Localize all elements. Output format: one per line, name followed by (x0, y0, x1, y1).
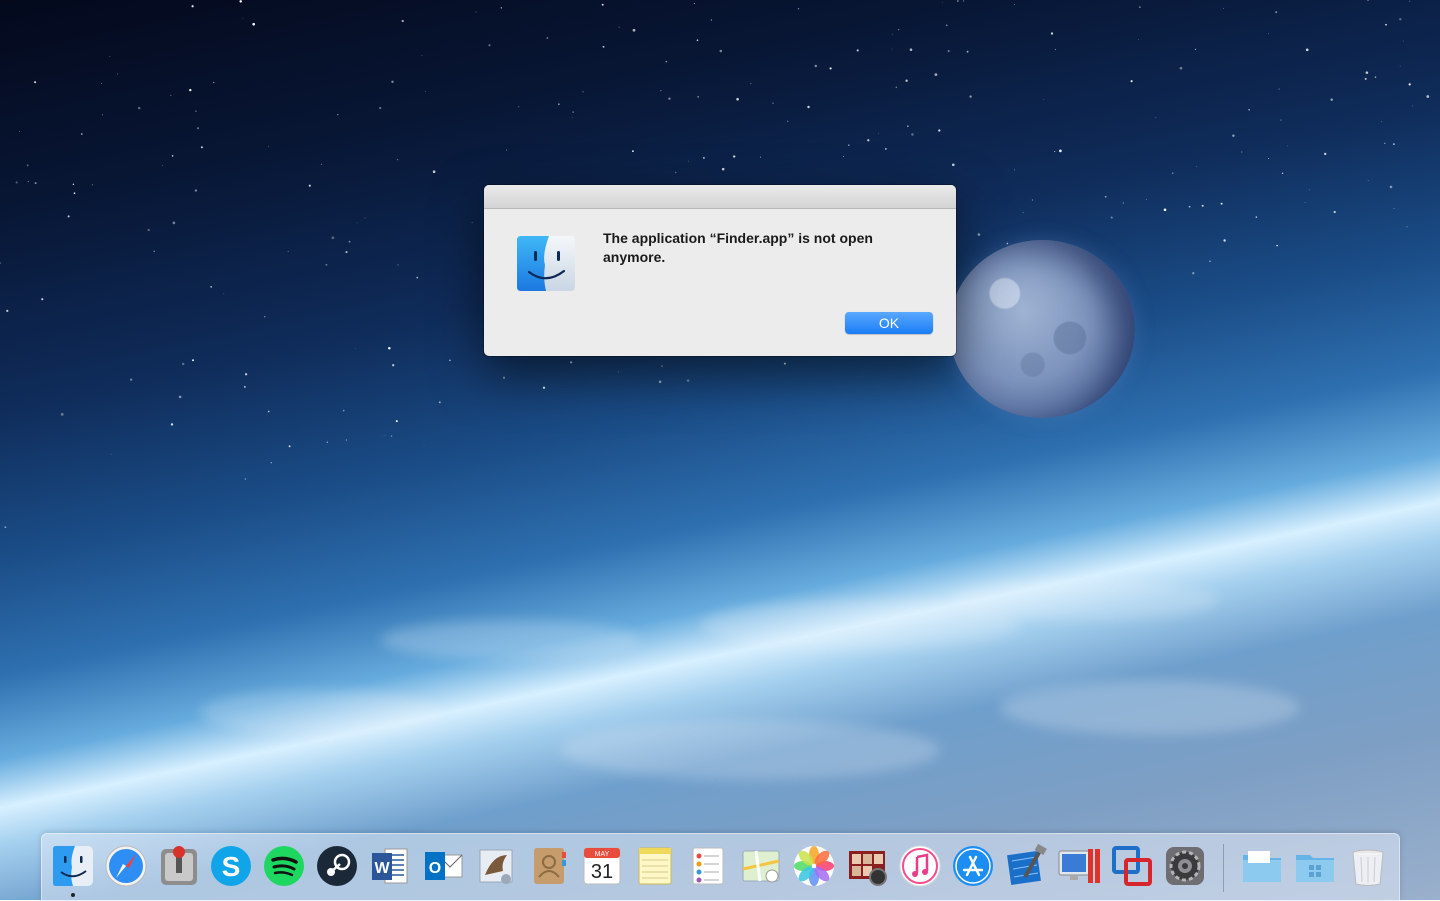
dock-item-applications-folder[interactable] (1239, 843, 1285, 889)
desktop-wallpaper (0, 0, 1440, 900)
contacts-icon (534, 848, 566, 884)
alert-message: The application “Finder.app” is not open… (603, 230, 873, 265)
alert-dialog: The application “Finder.app” is not open… (484, 185, 956, 356)
dock-item-trash[interactable] (1345, 843, 1391, 889)
parallels-icon (1058, 849, 1100, 883)
dock-item-downloads-folder[interactable] (1292, 843, 1338, 889)
dock-item-mail[interactable] (473, 843, 519, 889)
vmware-fusion-icon (1112, 846, 1152, 886)
maps-icon (742, 850, 780, 883)
photos-icon (794, 846, 834, 886)
dock-item-skype[interactable]: S (208, 843, 254, 889)
dock-item-maps[interactable] (738, 843, 784, 889)
dock-item-safari[interactable] (103, 843, 149, 889)
moon (949, 240, 1135, 418)
svg-text:W: W (374, 860, 390, 877)
dock-item-reminders[interactable] (685, 843, 731, 889)
dock-item-photos[interactable] (791, 843, 837, 889)
calendar-icon: MAY 31 (583, 847, 621, 885)
app-store-icon (953, 846, 993, 886)
xcode-icon (1007, 843, 1047, 885)
dock-item-parallels[interactable] (1056, 843, 1102, 889)
notes-icon (638, 847, 672, 885)
dock: S W O MAY 31 (41, 833, 1400, 901)
mail-icon (479, 849, 513, 884)
outlook-icon: O (425, 852, 463, 880)
svg-text:MAY: MAY (595, 851, 610, 858)
reminders-icon (692, 847, 724, 885)
finder-icon (516, 235, 576, 292)
dock-item-system-preferences[interactable] (1162, 843, 1208, 889)
dock-item-itunes[interactable] (897, 843, 943, 889)
svg-text:S: S (222, 851, 241, 882)
photo-booth-icon (849, 851, 887, 886)
running-indicator (71, 893, 75, 897)
steam-icon (317, 846, 357, 886)
skype-icon: S (211, 846, 251, 886)
dock-item-transmission[interactable] (156, 843, 202, 889)
system-preferences-icon (1166, 847, 1204, 885)
dock-item-notes[interactable] (632, 843, 678, 889)
dock-item-word[interactable]: W (367, 843, 413, 889)
alert-titlebar[interactable] (484, 185, 956, 209)
folder-icon (1243, 851, 1281, 882)
dock-separator (1223, 844, 1224, 892)
dock-item-photo-booth[interactable] (844, 843, 890, 889)
dock-item-xcode[interactable] (1003, 843, 1049, 889)
word-icon: W (372, 848, 408, 884)
dock-item-steam[interactable] (314, 843, 360, 889)
itunes-icon (899, 845, 941, 887)
transmission-icon (161, 846, 197, 885)
svg-text:O: O (429, 860, 441, 877)
dock-item-outlook[interactable]: O (420, 843, 466, 889)
folder-icon (1296, 855, 1334, 882)
trash-icon (1352, 849, 1384, 886)
finder-icon (53, 846, 93, 886)
dock-item-contacts[interactable] (526, 843, 572, 889)
ok-button[interactable]: OK (845, 312, 933, 334)
safari-icon (105, 845, 147, 887)
dock-item-calendar[interactable]: MAY 31 (579, 843, 625, 889)
dock-item-spotify[interactable] (261, 843, 307, 889)
dock-item-app-store[interactable] (950, 843, 996, 889)
dock-item-vmware-fusion[interactable] (1109, 843, 1155, 889)
svg-text:31: 31 (591, 861, 613, 883)
dock-item-finder[interactable] (50, 843, 96, 889)
spotify-icon (264, 846, 304, 886)
